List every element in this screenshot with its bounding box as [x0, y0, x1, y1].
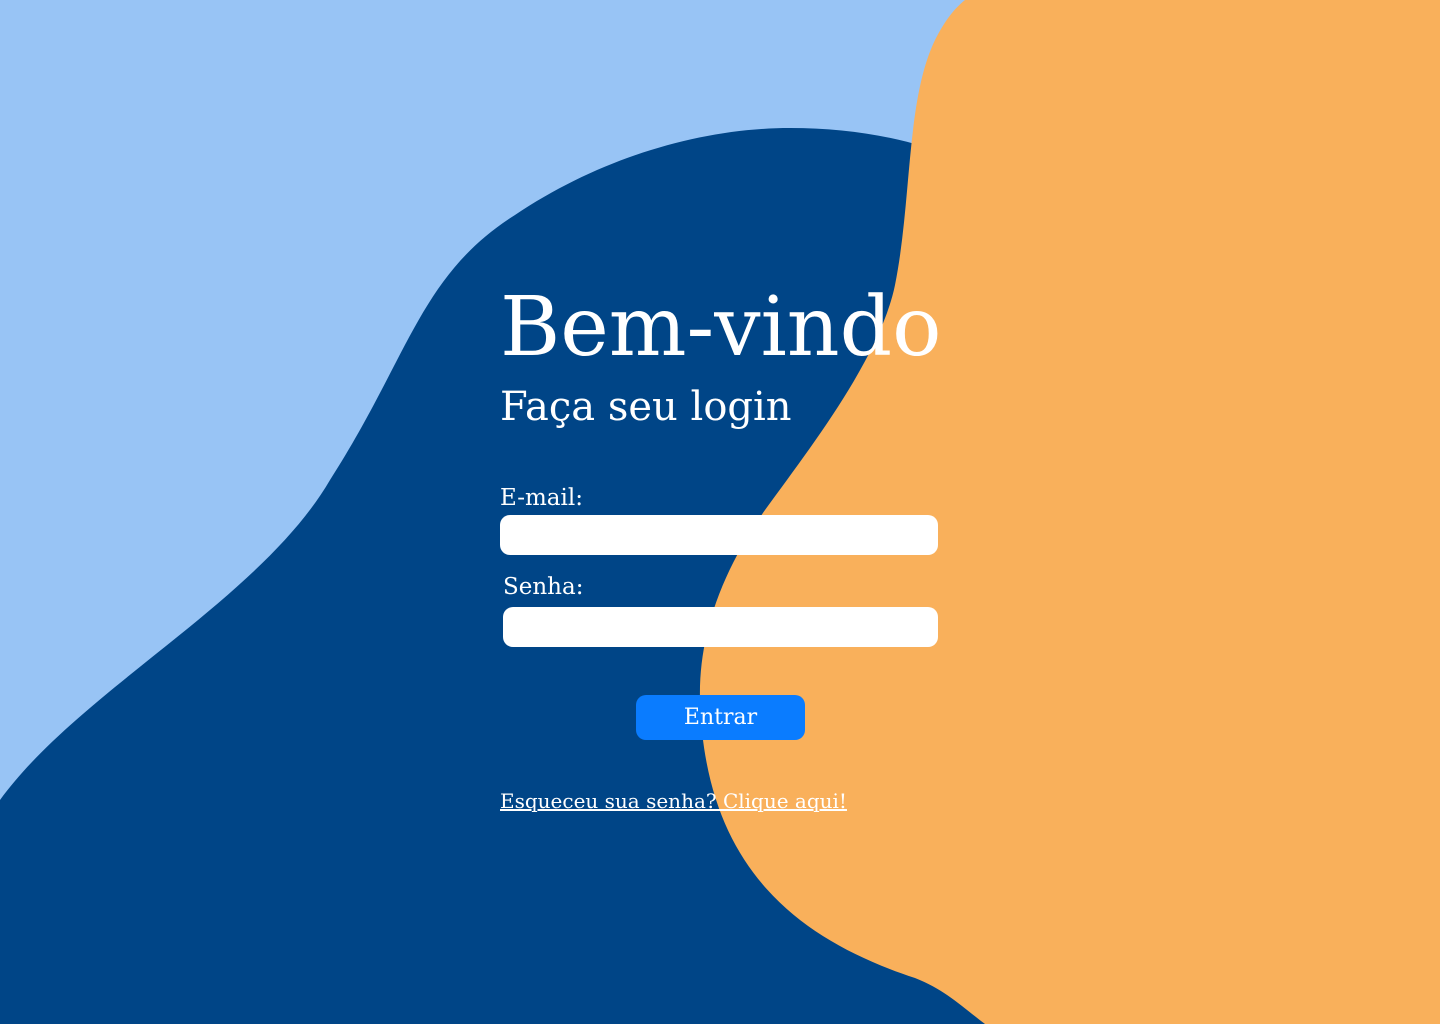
background-shapes: [0, 0, 1440, 1024]
email-label: E-mail:: [500, 485, 583, 511]
email-input[interactable]: [500, 515, 938, 555]
password-input[interactable]: [503, 607, 938, 647]
login-subtitle: Faça seu login: [500, 384, 792, 430]
password-label: Senha:: [503, 574, 584, 600]
login-button[interactable]: Entrar: [636, 695, 805, 740]
welcome-title: Bem-vindo: [500, 280, 942, 375]
forgot-password-link[interactable]: Esqueceu sua senha? Clique aqui!: [500, 787, 847, 815]
